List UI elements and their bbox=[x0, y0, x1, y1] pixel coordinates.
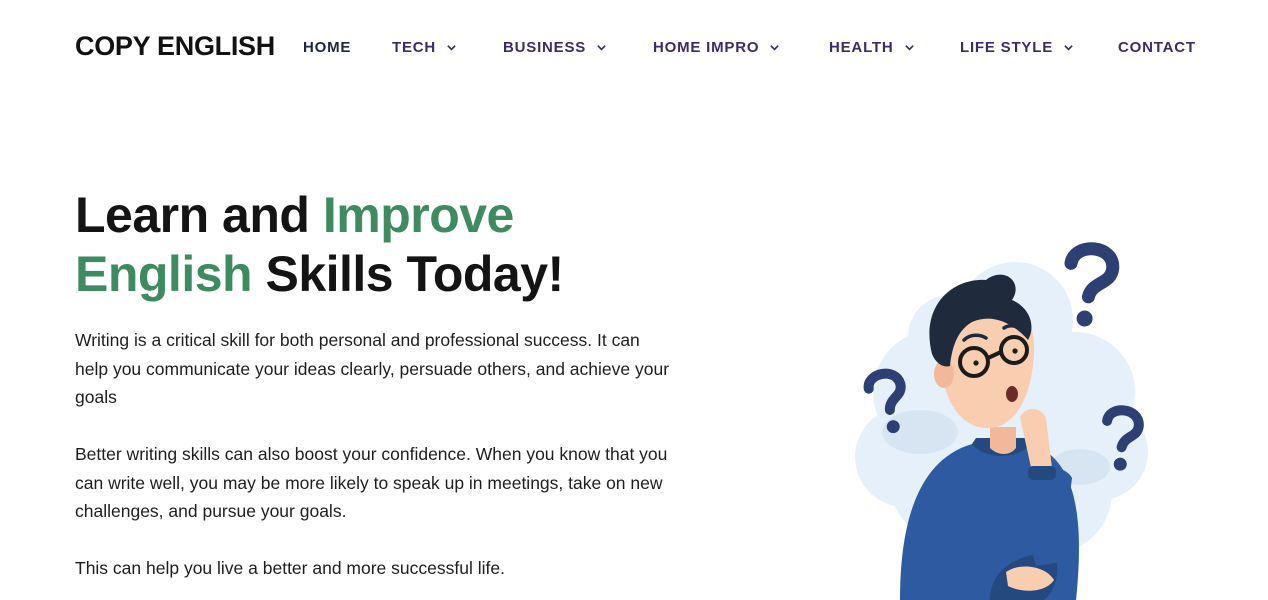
nav-item-home-impro[interactable]: HOME IMPRO bbox=[653, 39, 780, 56]
intro-paragraph: Writing is a critical skill for both per… bbox=[75, 330, 670, 407]
nav-label: LIFE STYLE bbox=[960, 39, 1054, 56]
closing-paragraph: This can help you live a better and more… bbox=[75, 558, 505, 578]
nav-label: CONTACT bbox=[1118, 39, 1196, 56]
nav-item-life-style[interactable]: LIFE STYLE bbox=[960, 39, 1074, 56]
nav-label: HOME bbox=[303, 39, 352, 56]
nav-label: HOME IMPRO bbox=[653, 39, 760, 56]
nav-item-tech[interactable]: TECH bbox=[392, 39, 457, 56]
nav-item-health[interactable]: HEALTH bbox=[829, 39, 915, 56]
nav-item-contact[interactable]: CONTACT bbox=[1118, 39, 1196, 56]
title-highlight: Improve bbox=[322, 187, 515, 243]
chevron-down-icon bbox=[770, 45, 780, 51]
nav-label: HEALTH bbox=[829, 39, 894, 56]
thinking-man-illustration bbox=[855, 242, 1148, 600]
title-text: Skills Today! bbox=[252, 246, 564, 302]
chevron-down-icon bbox=[1064, 45, 1073, 51]
chevron-down-icon bbox=[904, 45, 914, 51]
nav-label: TECH bbox=[392, 39, 437, 56]
title-text: Learn and bbox=[75, 187, 323, 243]
site-header: COPY ENGLISH HOME TECH BUSINESS HOME IMP… bbox=[0, 0, 1268, 96]
main-nav: HOME TECH BUSINESS HOME IMPRO HEALTH LIF… bbox=[0, 39, 1268, 59]
nav-item-business[interactable]: BUSINESS bbox=[503, 39, 607, 56]
nav-item-home[interactable]: HOME bbox=[303, 39, 351, 56]
chevron-down-icon bbox=[447, 45, 456, 51]
hero-title: Learn and Improve English Skills Today! bbox=[75, 186, 564, 304]
nav-label: BUSINESS bbox=[503, 39, 587, 56]
confidence-paragraph: Better writing skills can also boost you… bbox=[75, 444, 668, 521]
chevron-down-icon bbox=[597, 45, 606, 51]
title-highlight: English bbox=[75, 246, 253, 302]
